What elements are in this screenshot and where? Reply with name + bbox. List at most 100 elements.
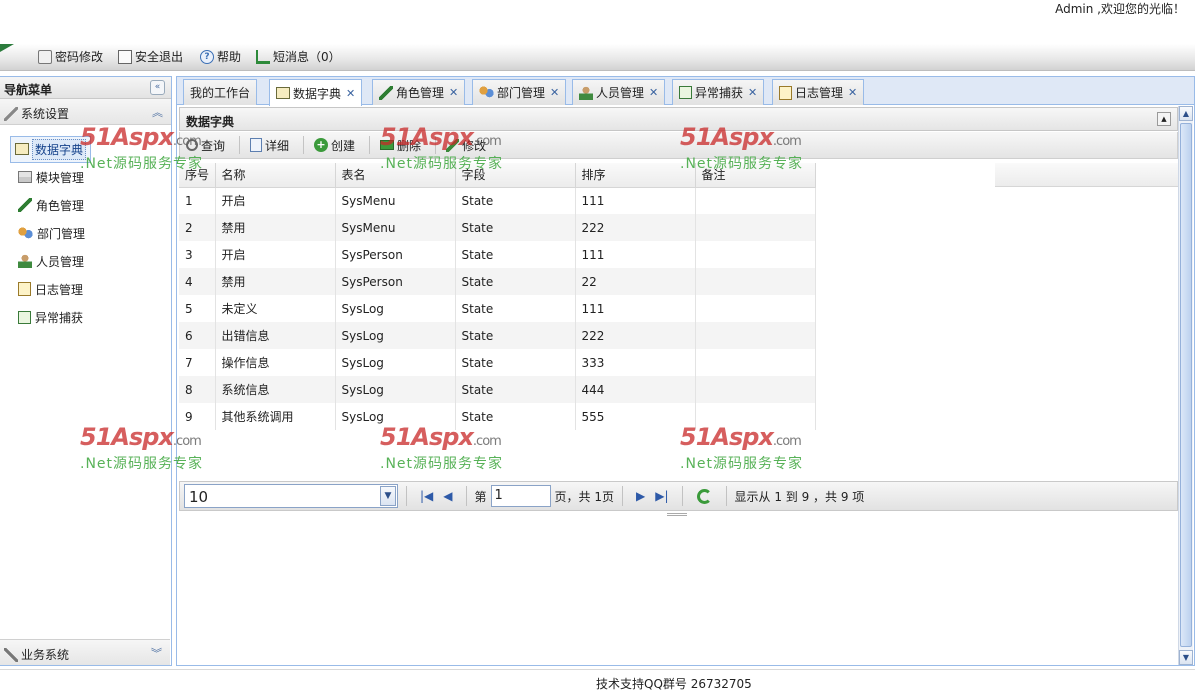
table-row[interactable]: 7 操作信息 SysLog State 333 bbox=[179, 349, 816, 376]
close-icon[interactable]: ✕ bbox=[649, 86, 658, 99]
collapse-nav-button[interactable]: « bbox=[150, 80, 165, 95]
sidebar-item-label: 模块管理 bbox=[36, 170, 85, 185]
close-icon[interactable]: ✕ bbox=[449, 86, 458, 99]
table-cell: State bbox=[455, 268, 576, 295]
edit-button[interactable]: 修改 bbox=[446, 137, 486, 154]
sidebar-item-dictionary[interactable]: 数据字典 bbox=[0, 135, 171, 163]
detail-button-label: 详细 bbox=[265, 138, 290, 153]
tab-dictionary[interactable]: 数据字典 ✕ bbox=[269, 79, 363, 106]
table-row[interactable]: 8 系统信息 SysLog State 444 bbox=[179, 376, 816, 403]
tab-role[interactable]: 角色管理 ✕ bbox=[372, 79, 466, 105]
table-cell: SysLog bbox=[335, 403, 456, 430]
table-cell: 333 bbox=[575, 349, 696, 376]
chevron-down-icon[interactable]: ▼ bbox=[380, 486, 396, 506]
table-row[interactable]: 4 禁用 SysPerson State 22 bbox=[179, 268, 816, 295]
nav-section-business[interactable]: 业务系统 ︾ bbox=[0, 639, 170, 665]
sidebar-item-label: 异常捕获 bbox=[35, 310, 84, 325]
table-cell: 2 bbox=[179, 214, 216, 241]
page-suffix: 页，共 1页 bbox=[554, 489, 614, 504]
column-header-field[interactable]: 字段 bbox=[455, 163, 576, 188]
refresh-icon[interactable] bbox=[696, 488, 712, 504]
nav-menu: 数据字典 模块管理 角色管理 部门管理 人员管理 日志管理 异常捕获 bbox=[0, 125, 171, 331]
delete-button[interactable]: 删除 bbox=[380, 137, 421, 154]
detail-button[interactable]: 详细 bbox=[250, 137, 289, 154]
search-button[interactable]: 查询 bbox=[186, 137, 225, 154]
person-icon bbox=[579, 85, 593, 100]
page-size-select[interactable]: 10 ▼ bbox=[184, 484, 398, 508]
column-header-index[interactable]: 序号 bbox=[179, 163, 216, 188]
table-row[interactable]: 6 出错信息 SysLog State 222 bbox=[179, 322, 816, 349]
column-header-name[interactable]: 名称 bbox=[215, 163, 336, 188]
tab-label: 人员管理 bbox=[596, 86, 645, 100]
column-header-table[interactable]: 表名 bbox=[335, 163, 456, 188]
panel-collapse-button[interactable]: ▲ bbox=[1157, 112, 1171, 126]
table-row[interactable]: 2 禁用 SysMenu State 222 bbox=[179, 214, 816, 241]
close-icon[interactable]: ✕ bbox=[748, 86, 757, 99]
sidebar-item-role[interactable]: 角色管理 bbox=[0, 191, 171, 219]
close-icon[interactable]: ✕ bbox=[346, 87, 355, 100]
department-icon bbox=[18, 226, 33, 240]
nav-section-label: 系统设置 bbox=[21, 107, 70, 121]
column-header-remark[interactable]: 备注 bbox=[695, 163, 816, 188]
sidebar-item-label: 人员管理 bbox=[36, 254, 85, 269]
change-password-button[interactable]: 密码修改 bbox=[38, 48, 103, 65]
table-cell bbox=[695, 241, 816, 268]
table-cell: 1 bbox=[179, 187, 216, 214]
chevron-up-icon[interactable]: ︽ bbox=[152, 104, 163, 120]
dictionary-icon bbox=[15, 143, 29, 155]
first-page-icon[interactable]: |◀ bbox=[420, 489, 433, 503]
table-cell: 出错信息 bbox=[215, 322, 336, 349]
next-page-icon[interactable]: ▶ bbox=[636, 489, 645, 503]
role-icon bbox=[18, 198, 32, 212]
create-button[interactable]: + 创建 bbox=[314, 137, 355, 154]
tab-department[interactable]: 部门管理 ✕ bbox=[472, 79, 567, 105]
sidebar-item-module[interactable]: 模块管理 bbox=[0, 163, 171, 191]
footer: 技术支持QQ群号 26732705 bbox=[0, 669, 1195, 697]
sidebar-item-log[interactable]: 日志管理 bbox=[0, 275, 171, 303]
scroll-down-icon[interactable]: ▼ bbox=[1179, 650, 1193, 665]
tab-exception[interactable]: 异常捕获 ✕ bbox=[672, 79, 765, 105]
sidebar-item-department[interactable]: 部门管理 bbox=[0, 219, 171, 247]
messages-button[interactable]: 短消息（0） bbox=[256, 48, 341, 65]
page-number-input[interactable]: 1 bbox=[490, 485, 551, 507]
table-cell: SysLog bbox=[335, 295, 456, 322]
pager-divider bbox=[465, 486, 467, 506]
sidebar-item-person[interactable]: 人员管理 bbox=[0, 247, 171, 275]
help-button[interactable]: ? 帮助 bbox=[200, 48, 241, 65]
table-cell: State bbox=[455, 403, 576, 430]
table-row[interactable]: 3 开启 SysPerson State 111 bbox=[179, 241, 816, 268]
scroll-up-icon[interactable]: ▲ bbox=[1179, 106, 1193, 121]
wrench-icon bbox=[4, 106, 18, 121]
tab-person[interactable]: 人员管理 ✕ bbox=[572, 79, 666, 105]
panel-header: 数据字典 ▲ bbox=[179, 107, 1178, 131]
table-cell: 111 bbox=[575, 187, 696, 214]
prev-page-icon[interactable]: ◀ bbox=[443, 489, 452, 503]
vertical-scrollbar[interactable]: ▲ ▼ bbox=[1178, 106, 1193, 665]
table-cell: State bbox=[455, 241, 576, 268]
logout-button[interactable]: 安全退出 bbox=[118, 48, 183, 65]
toolbar-divider bbox=[239, 136, 241, 154]
tab-workbench[interactable]: 我的工作台 bbox=[183, 79, 258, 105]
scroll-thumb[interactable] bbox=[1180, 123, 1192, 647]
tab-log[interactable]: 日志管理 ✕ bbox=[772, 79, 865, 105]
table-row[interactable]: 9 其他系统调用 SysLog State 555 bbox=[179, 403, 816, 430]
close-icon[interactable]: ✕ bbox=[550, 86, 559, 99]
chevron-down-icon[interactable]: ︾ bbox=[151, 645, 162, 661]
top-bar: Admin ,欢迎您的光临！ bbox=[0, 0, 1195, 44]
detail-icon bbox=[250, 138, 263, 152]
close-icon[interactable]: ✕ bbox=[848, 86, 857, 99]
table-cell: SysPerson bbox=[335, 241, 456, 268]
column-header-sort[interactable]: 排序 bbox=[575, 163, 696, 188]
last-page-icon[interactable]: ▶| bbox=[655, 489, 668, 503]
brand-corner bbox=[0, 44, 14, 52]
table-cell: SysLog bbox=[335, 376, 456, 403]
main-panel: 我的工作台 数据字典 ✕ 角色管理 ✕ 部门管理 ✕ 人员管理 ✕ 异常捕获 ✕ bbox=[176, 76, 1195, 666]
table-row[interactable]: 5 未定义 SysLog State 111 bbox=[179, 295, 816, 322]
resize-handle[interactable] bbox=[667, 513, 687, 516]
sidebar-item-exception[interactable]: 异常捕获 bbox=[0, 303, 171, 331]
message-icon bbox=[256, 49, 270, 64]
table-cell: SysLog bbox=[335, 349, 456, 376]
grid-toolbar: 查询 详细 + 创建 删除 修改 bbox=[179, 132, 1178, 159]
table-row[interactable]: 1 开启 SysMenu State 111 bbox=[179, 187, 816, 214]
nav-section-system[interactable]: 系统设置 ︽ bbox=[0, 99, 171, 125]
